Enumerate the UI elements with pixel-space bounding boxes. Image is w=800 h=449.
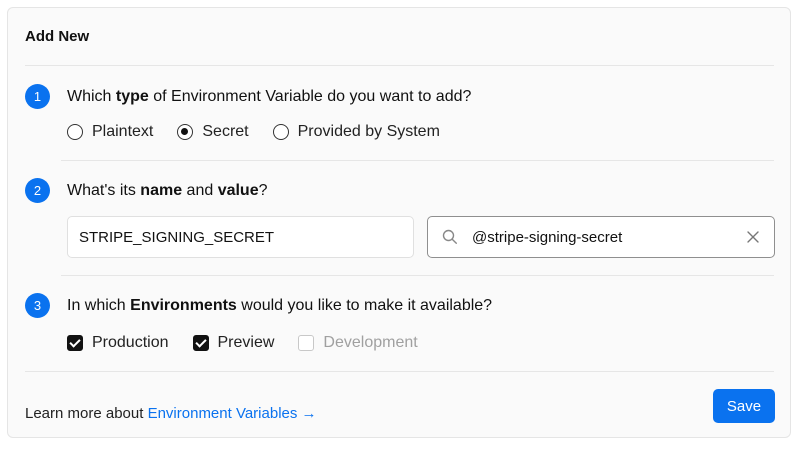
radio-label: Provided by System: [297, 123, 440, 140]
divider: [25, 371, 774, 372]
step-3-question: In which Environments would you like to …: [67, 297, 493, 314]
checkbox-development[interactable]: [298, 335, 315, 351]
checkbox-preview[interactable]: [192, 335, 209, 351]
environment-options: Production Preview Development: [67, 334, 442, 352]
step-number-2: 2: [25, 178, 50, 203]
divider: [61, 275, 774, 276]
checkbox-label: Development: [323, 334, 418, 351]
variable-type-options: Plaintext Secret Provided by System: [67, 123, 464, 141]
checkbox-option-development[interactable]: Development: [298, 334, 418, 352]
checkbox-production[interactable]: [67, 335, 83, 351]
radio-option-secret[interactable]: Secret: [177, 123, 249, 141]
footer-learn-more: Learn more about Environment Variables →: [25, 405, 317, 422]
variable-value-field[interactable]: [427, 216, 775, 258]
radio-option-plaintext[interactable]: Plaintext: [67, 123, 153, 141]
radio-provided-by-system[interactable]: [272, 124, 289, 140]
radio-label: Secret: [202, 123, 249, 140]
card-title: Add New: [25, 28, 90, 45]
save-button[interactable]: Save: [713, 389, 775, 423]
checkbox-option-production[interactable]: Production: [67, 334, 169, 352]
step-number-3: 3: [25, 293, 50, 318]
step-2-question: What's its name and value?: [67, 182, 268, 199]
checkbox-option-preview[interactable]: Preview: [192, 334, 275, 352]
step-number-1: 1: [25, 84, 50, 109]
radio-plaintext[interactable]: [67, 124, 83, 140]
divider: [25, 65, 774, 66]
add-new-card: Add New 1 Which type of Environment Vari…: [7, 7, 791, 438]
environment-variables-link[interactable]: Environment Variables →: [148, 405, 317, 422]
checkbox-label: Production: [92, 334, 169, 351]
radio-label: Plaintext: [92, 123, 154, 140]
close-icon[interactable]: [732, 217, 774, 257]
checkbox-label: Preview: [217, 334, 275, 351]
step-1-question: Which type of Environment Variable do yo…: [67, 88, 472, 105]
variable-name-input[interactable]: [67, 216, 414, 258]
radio-secret[interactable]: [177, 124, 194, 140]
variable-value-input[interactable]: [472, 217, 732, 257]
search-icon: [428, 217, 472, 257]
radio-option-provided-by-system[interactable]: Provided by System: [272, 123, 440, 141]
divider: [61, 160, 774, 161]
